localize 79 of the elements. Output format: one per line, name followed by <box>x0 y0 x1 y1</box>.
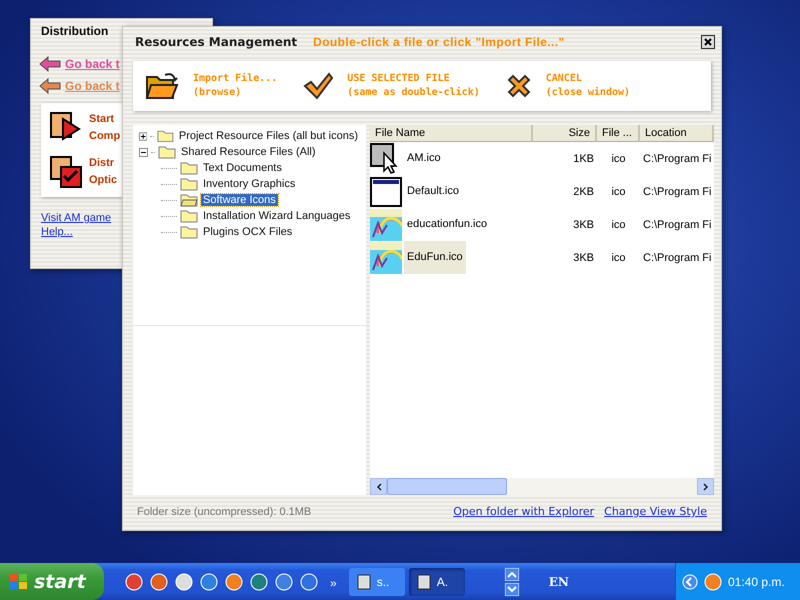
chevron-left-icon[interactable] <box>682 574 698 590</box>
footer-link[interactable]: Visit AM game <box>41 212 112 224</box>
tree-item[interactable]: Plugins OCX Files <box>201 226 294 238</box>
table-cell-text: 1KB <box>572 152 595 164</box>
file-name[interactable]: AM.ico <box>404 142 444 175</box>
expand-toggle[interactable] <box>139 132 148 140</box>
column-header[interactable]: Size <box>533 125 597 142</box>
taskbar-button[interactable]: A. <box>408 568 465 596</box>
clock: 01:40 p.m. <box>728 574 785 588</box>
chevron-left-icon <box>376 482 382 490</box>
quick-launch-icon[interactable] <box>249 572 269 592</box>
folder-icon <box>158 145 176 159</box>
quick-launch-icon[interactable] <box>174 572 194 592</box>
table-cell-text: ico <box>610 152 627 164</box>
status-text: Folder size (uncompressed): 0.1MB <box>137 506 312 518</box>
folder-icon <box>180 209 198 223</box>
more-chevron[interactable]: » <box>330 576 337 590</box>
table-cell-text: C:\Program Fi <box>642 186 712 198</box>
window-title: Distribution <box>41 24 108 38</box>
rainbow-picture-icon <box>370 242 402 274</box>
action-label[interactable]: Start Comp <box>89 111 120 145</box>
quick-launch-icon[interactable] <box>199 572 219 592</box>
column-header[interactable]: File Name <box>370 125 533 142</box>
close-button[interactable] <box>701 35 715 49</box>
column-header[interactable]: File ... <box>597 125 640 142</box>
folder-icon <box>157 129 174 143</box>
window-title: Resources Management <box>135 35 298 49</box>
quick-launch-icon[interactable] <box>299 572 319 592</box>
open-folder-icon <box>180 193 198 207</box>
table-cell-text: 2KB <box>572 186 595 198</box>
table-cell-text: C:\Program Fi <box>642 218 712 230</box>
action-label[interactable]: Distr Optic <box>89 155 118 189</box>
app-window-icon <box>416 574 431 590</box>
tree-item[interactable]: Software Icons <box>201 194 278 206</box>
window-link[interactable]: Open folder with Explorer <box>453 505 594 518</box>
scroll-right-button[interactable] <box>697 478 714 495</box>
scroll-up-icon[interactable] <box>504 568 519 580</box>
windows-flag-icon <box>10 574 28 590</box>
tree-item[interactable]: Text Documents <box>201 162 284 174</box>
tree-item[interactable]: Inventory Graphics <box>201 178 298 190</box>
collapse-toggle[interactable] <box>139 148 148 156</box>
table-cell-text: ico <box>610 218 627 230</box>
chevron-right-icon <box>702 482 709 490</box>
taskbar-button[interactable]: s.. <box>348 568 405 596</box>
quick-launch-icon[interactable] <box>224 572 244 592</box>
table-cell-text: 3KB <box>572 218 595 230</box>
checkmark-icon <box>303 72 334 100</box>
tray-app-icon[interactable] <box>704 572 722 590</box>
scroll-down-icon[interactable] <box>504 582 519 596</box>
quick-launch-icon[interactable] <box>274 572 294 592</box>
quick-launch-icon[interactable] <box>124 572 144 592</box>
scrollbar-thumb[interactable] <box>387 478 507 495</box>
quick-launch-icon[interactable] <box>149 572 169 592</box>
window-link[interactable]: Change View Style <box>604 505 707 518</box>
scroll-left-button[interactable] <box>370 478 387 495</box>
tree-item[interactable]: Shared Resource Files (All) <box>179 146 318 158</box>
tree-item[interactable]: Project Resource Files (all but icons) <box>176 130 360 142</box>
column-header[interactable]: Location <box>640 125 714 142</box>
table-cell-text: ico <box>610 186 627 198</box>
table-cell-text: 3KB <box>572 252 595 264</box>
rainbow-picture-icon <box>370 208 402 240</box>
folder-icon <box>180 177 198 191</box>
app-window-icon <box>356 574 371 590</box>
file-name[interactable]: educationfun.ico <box>404 208 490 241</box>
file-name[interactable]: EduFun.ico <box>404 241 466 274</box>
table-cell-text: C:\Program Fi <box>642 152 712 164</box>
footer-link[interactable]: Help... <box>41 226 73 238</box>
open-folder-icon <box>145 71 179 101</box>
file-name[interactable]: Default.ico <box>404 175 462 208</box>
start-button[interactable]: start <box>0 563 104 600</box>
hint-text: Double-click a file or click "Import File..." <box>313 35 566 49</box>
folder-icon <box>180 225 198 239</box>
folder-icon <box>180 161 198 175</box>
table-cell-text: C:\Program Fi <box>642 252 712 264</box>
cross-icon <box>506 73 532 99</box>
table-cell-text: ico <box>610 252 627 264</box>
floppy-check-icon <box>49 155 83 189</box>
language-indicator[interactable]: EN <box>548 574 569 588</box>
tree-item[interactable]: Installation Wizard Languages <box>201 210 352 222</box>
